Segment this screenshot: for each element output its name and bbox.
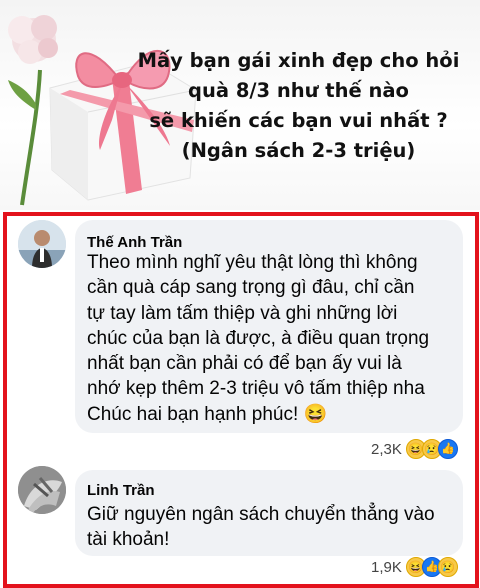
headline-line: (Ngân sách 2-3 triệu)	[181, 139, 416, 162]
banner-headline: Mấy bạn gái xinh đẹp cho hỏi quà 8/3 như…	[126, 46, 471, 166]
user-photo-icon	[18, 466, 66, 514]
headline-line: Mấy bạn gái xinh đẹp cho hỏi	[137, 49, 460, 72]
reaction-count: 2,3K	[371, 440, 402, 458]
comment-line: nhớ kẹp thêm 2-3 triệu vô tấm thiệp nha	[87, 378, 425, 400]
reaction-summary[interactable]: 2,3K 😆 😢 👍	[371, 439, 458, 459]
sad-icon: 😢	[437, 557, 458, 577]
comment-bubble: Linh Trần Giữ nguyên ngân sách chuyển th…	[75, 470, 463, 556]
like-icon: 👍	[437, 439, 458, 459]
comment-author[interactable]: Linh Trần	[87, 482, 155, 499]
comment-line: tài khoản!	[87, 529, 170, 551]
comment-text: Theo mình nghĩ yêu thật lòng thì không c…	[87, 250, 429, 427]
comment-text: Giữ nguyên ngân sách chuyển thẳng vào tà…	[87, 502, 435, 553]
user-photo-icon	[18, 220, 66, 268]
comment-line: Chúc hai bạn hạnh phúc! 😆	[87, 403, 328, 425]
comments-frame: Thế Anh Trần Theo mình nghĩ yêu thật lòn…	[3, 212, 479, 588]
reaction-count: 1,9K	[371, 558, 402, 576]
avatar[interactable]	[18, 466, 66, 514]
headline-line: quà 8/3 như thế nào	[188, 79, 409, 102]
comment-line: Theo mình nghĩ yêu thật lòng thì không	[87, 252, 418, 273]
comment-line: chúc của bạn là được, à điều quan trọng	[87, 327, 430, 349]
avatar[interactable]	[18, 220, 66, 268]
comment-bubble: Thế Anh Trần Theo mình nghĩ yêu thật lòn…	[75, 220, 463, 433]
comment-line: nhất bạn cần phải có để bạn ấy vui là	[87, 353, 402, 375]
headline-line: sẽ khiến các bạn vui nhất ?	[149, 109, 448, 132]
comment-line: cần quà cáp sang trọng gì đâu, chỉ cần	[87, 277, 415, 299]
gift-banner: Mấy bạn gái xinh đẹp cho hỏi quà 8/3 như…	[0, 0, 480, 210]
reaction-icons: 😆 👍 😢	[405, 557, 458, 577]
comment-author[interactable]: Thế Anh Trần	[87, 234, 182, 251]
reaction-summary[interactable]: 1,9K 😆 👍 😢	[371, 557, 458, 577]
reaction-icons: 😆 😢 👍	[405, 439, 458, 459]
comment-line: Giữ nguyên ngân sách chuyển thẳng vào	[87, 504, 435, 525]
comment-line: tự tay làm tấm thiệp và ghi những lời	[87, 302, 398, 324]
